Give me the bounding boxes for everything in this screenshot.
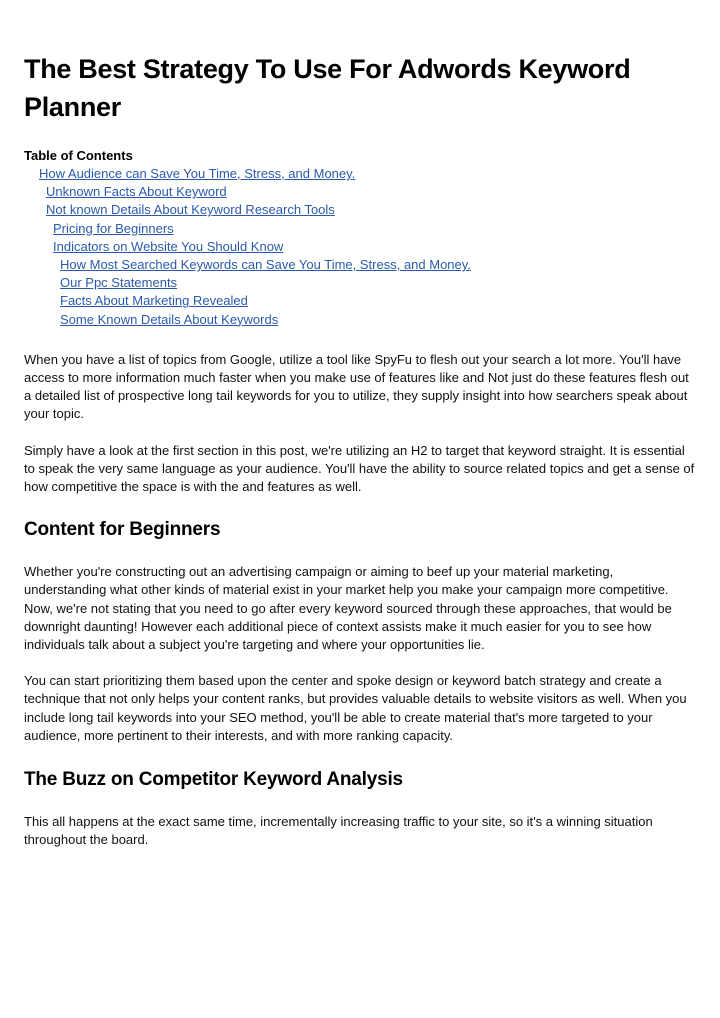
paragraph: Whether you're constructing out an adver… bbox=[24, 564, 672, 653]
paragraph: You can start prioritizing them based up… bbox=[24, 673, 687, 743]
paragraph: This all happens at the exact same time,… bbox=[24, 814, 653, 848]
document-page: The Best Strategy To Use For Adwords Key… bbox=[0, 0, 720, 849]
toc-link[interactable]: Pricing for Beginners bbox=[53, 221, 174, 236]
toc-item: Some Known Details About Keywords bbox=[24, 311, 696, 329]
paragraph: When you have a list of topics from Goog… bbox=[24, 351, 689, 422]
section-heading: The Buzz on Competitor Keyword Analysis bbox=[24, 769, 403, 791]
section-heading: Content for Beginners bbox=[24, 519, 221, 541]
toc-item: Facts About Marketing Revealed bbox=[24, 292, 696, 310]
paragraph: Simply have a look at the first section … bbox=[24, 442, 695, 495]
toc-item: Unknown Facts About Keyword bbox=[24, 183, 696, 201]
toc-link[interactable]: Facts About Marketing Revealed bbox=[60, 293, 248, 308]
toc-link[interactable]: How Most Searched Keywords can Save You … bbox=[60, 257, 471, 272]
toc-item: Not known Details About Keyword Research… bbox=[24, 201, 696, 219]
toc-item: How Most Searched Keywords can Save You … bbox=[24, 256, 696, 274]
toc-item: Pricing for Beginners bbox=[24, 220, 696, 238]
toc-link[interactable]: Our Ppc Statements bbox=[60, 275, 177, 290]
toc-link[interactable]: Not known Details About Keyword Research… bbox=[46, 202, 335, 217]
toc-item: Indicators on Website You Should Know bbox=[24, 238, 696, 256]
toc-link[interactable]: Indicators on Website You Should Know bbox=[53, 239, 283, 254]
toc-item: How Audience can Save You Time, Stress, … bbox=[24, 165, 696, 183]
toc-link[interactable]: Some Known Details About Keywords bbox=[60, 312, 278, 327]
toc-link[interactable]: How Audience can Save You Time, Stress, … bbox=[39, 166, 355, 181]
toc-item: Our Ppc Statements bbox=[24, 274, 696, 292]
table-of-contents: How Audience can Save You Time, Stress, … bbox=[24, 165, 696, 329]
page-title: The Best Strategy To Use For Adwords Key… bbox=[24, 54, 631, 122]
toc-heading: Table of Contents bbox=[24, 148, 133, 163]
toc-link[interactable]: Unknown Facts About Keyword bbox=[46, 184, 227, 199]
